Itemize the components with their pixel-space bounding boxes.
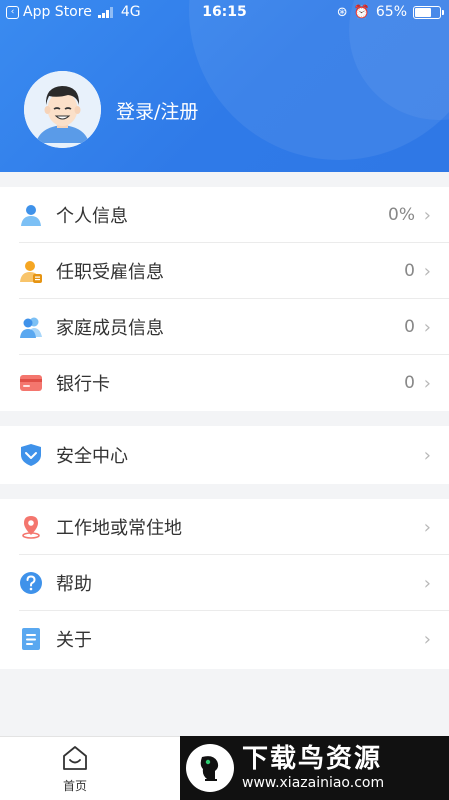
chevron-right-icon: › (423, 572, 431, 594)
status-bar: ‹ App Store 4G 16:15 ⊛ ⏰ 65% (0, 0, 449, 26)
watermark-url: www.xiazainiao.com (242, 775, 385, 791)
menu-item-label: 工作地或常住地 (56, 518, 182, 539)
menu-item-family-info[interactable]: 家庭成员信息 0 › (0, 299, 449, 355)
info-group: 个人信息 0% › 任职受雇信息 0 › 家庭成员信息 0 › 银行卡 0 › (0, 187, 449, 411)
menu-item-bank-card[interactable]: 银行卡 0 › (0, 355, 449, 411)
menu-item-label: 安全中心 (56, 446, 128, 467)
family-icon (20, 317, 42, 338)
user-avatar-icon (24, 71, 101, 148)
chevron-right-icon: › (423, 316, 431, 338)
security-group: 安全中心 › (0, 426, 449, 484)
location-pin-icon (22, 516, 40, 539)
tab-home-label: 首页 (62, 779, 87, 793)
rotation-lock-icon: ⊛ (336, 4, 348, 20)
menu-item-value: 0 (404, 261, 415, 281)
person-icon (21, 205, 41, 226)
menu-item-value: 0 (404, 317, 415, 337)
menu-item-security-center[interactable]: 安全中心 › (0, 426, 449, 484)
watermark-banner: 下载鸟资源 www.xiazainiao.com (180, 736, 449, 800)
tab-home[interactable]: 首页 (50, 745, 100, 794)
menu-item-label: 银行卡 (56, 374, 110, 395)
menu-item-value: 0 (404, 373, 415, 393)
menu-item-personal-info[interactable]: 个人信息 0% › (0, 187, 449, 243)
bird-logo-icon (186, 744, 234, 792)
chevron-right-icon: › (423, 516, 431, 538)
menu-item-label: 任职受雇信息 (56, 262, 164, 283)
employee-icon (20, 261, 42, 283)
alarm-icon: ⏰ (353, 4, 370, 20)
document-icon (22, 628, 40, 650)
menu-item-work-location[interactable]: 工作地或常住地 › (0, 499, 449, 555)
bank-card-icon (20, 375, 42, 391)
avatar[interactable] (24, 71, 101, 148)
menu-item-label: 帮助 (56, 574, 92, 595)
login-register-link[interactable]: 登录/注册 (116, 97, 198, 124)
other-group: 工作地或常住地 › 帮助 › 关于 › (0, 499, 449, 669)
shield-icon (21, 444, 41, 466)
menu-item-label: 关于 (56, 630, 92, 651)
menu-item-about[interactable]: 关于 › (0, 611, 449, 667)
chevron-right-icon: › (423, 372, 431, 394)
menu-item-label: 家庭成员信息 (56, 318, 164, 339)
chevron-right-icon: › (423, 260, 431, 282)
help-icon (20, 572, 42, 594)
menu-item-employment-info[interactable]: 任职受雇信息 0 › (0, 243, 449, 299)
watermark-title: 下载鸟资源 (242, 744, 383, 774)
chevron-right-icon: › (423, 628, 431, 650)
menu-item-label: 个人信息 (56, 206, 128, 227)
menu-item-help[interactable]: 帮助 › (0, 555, 449, 611)
battery-icon (413, 5, 444, 19)
home-icon (63, 746, 87, 770)
menu-item-value: 0% (388, 205, 415, 225)
chevron-right-icon: › (423, 204, 431, 226)
chevron-right-icon: › (423, 444, 431, 466)
profile-header: ‹ App Store 4G 16:15 ⊛ ⏰ 65% 登录/注册 (0, 0, 449, 172)
battery-percent: 65% (375, 4, 407, 20)
